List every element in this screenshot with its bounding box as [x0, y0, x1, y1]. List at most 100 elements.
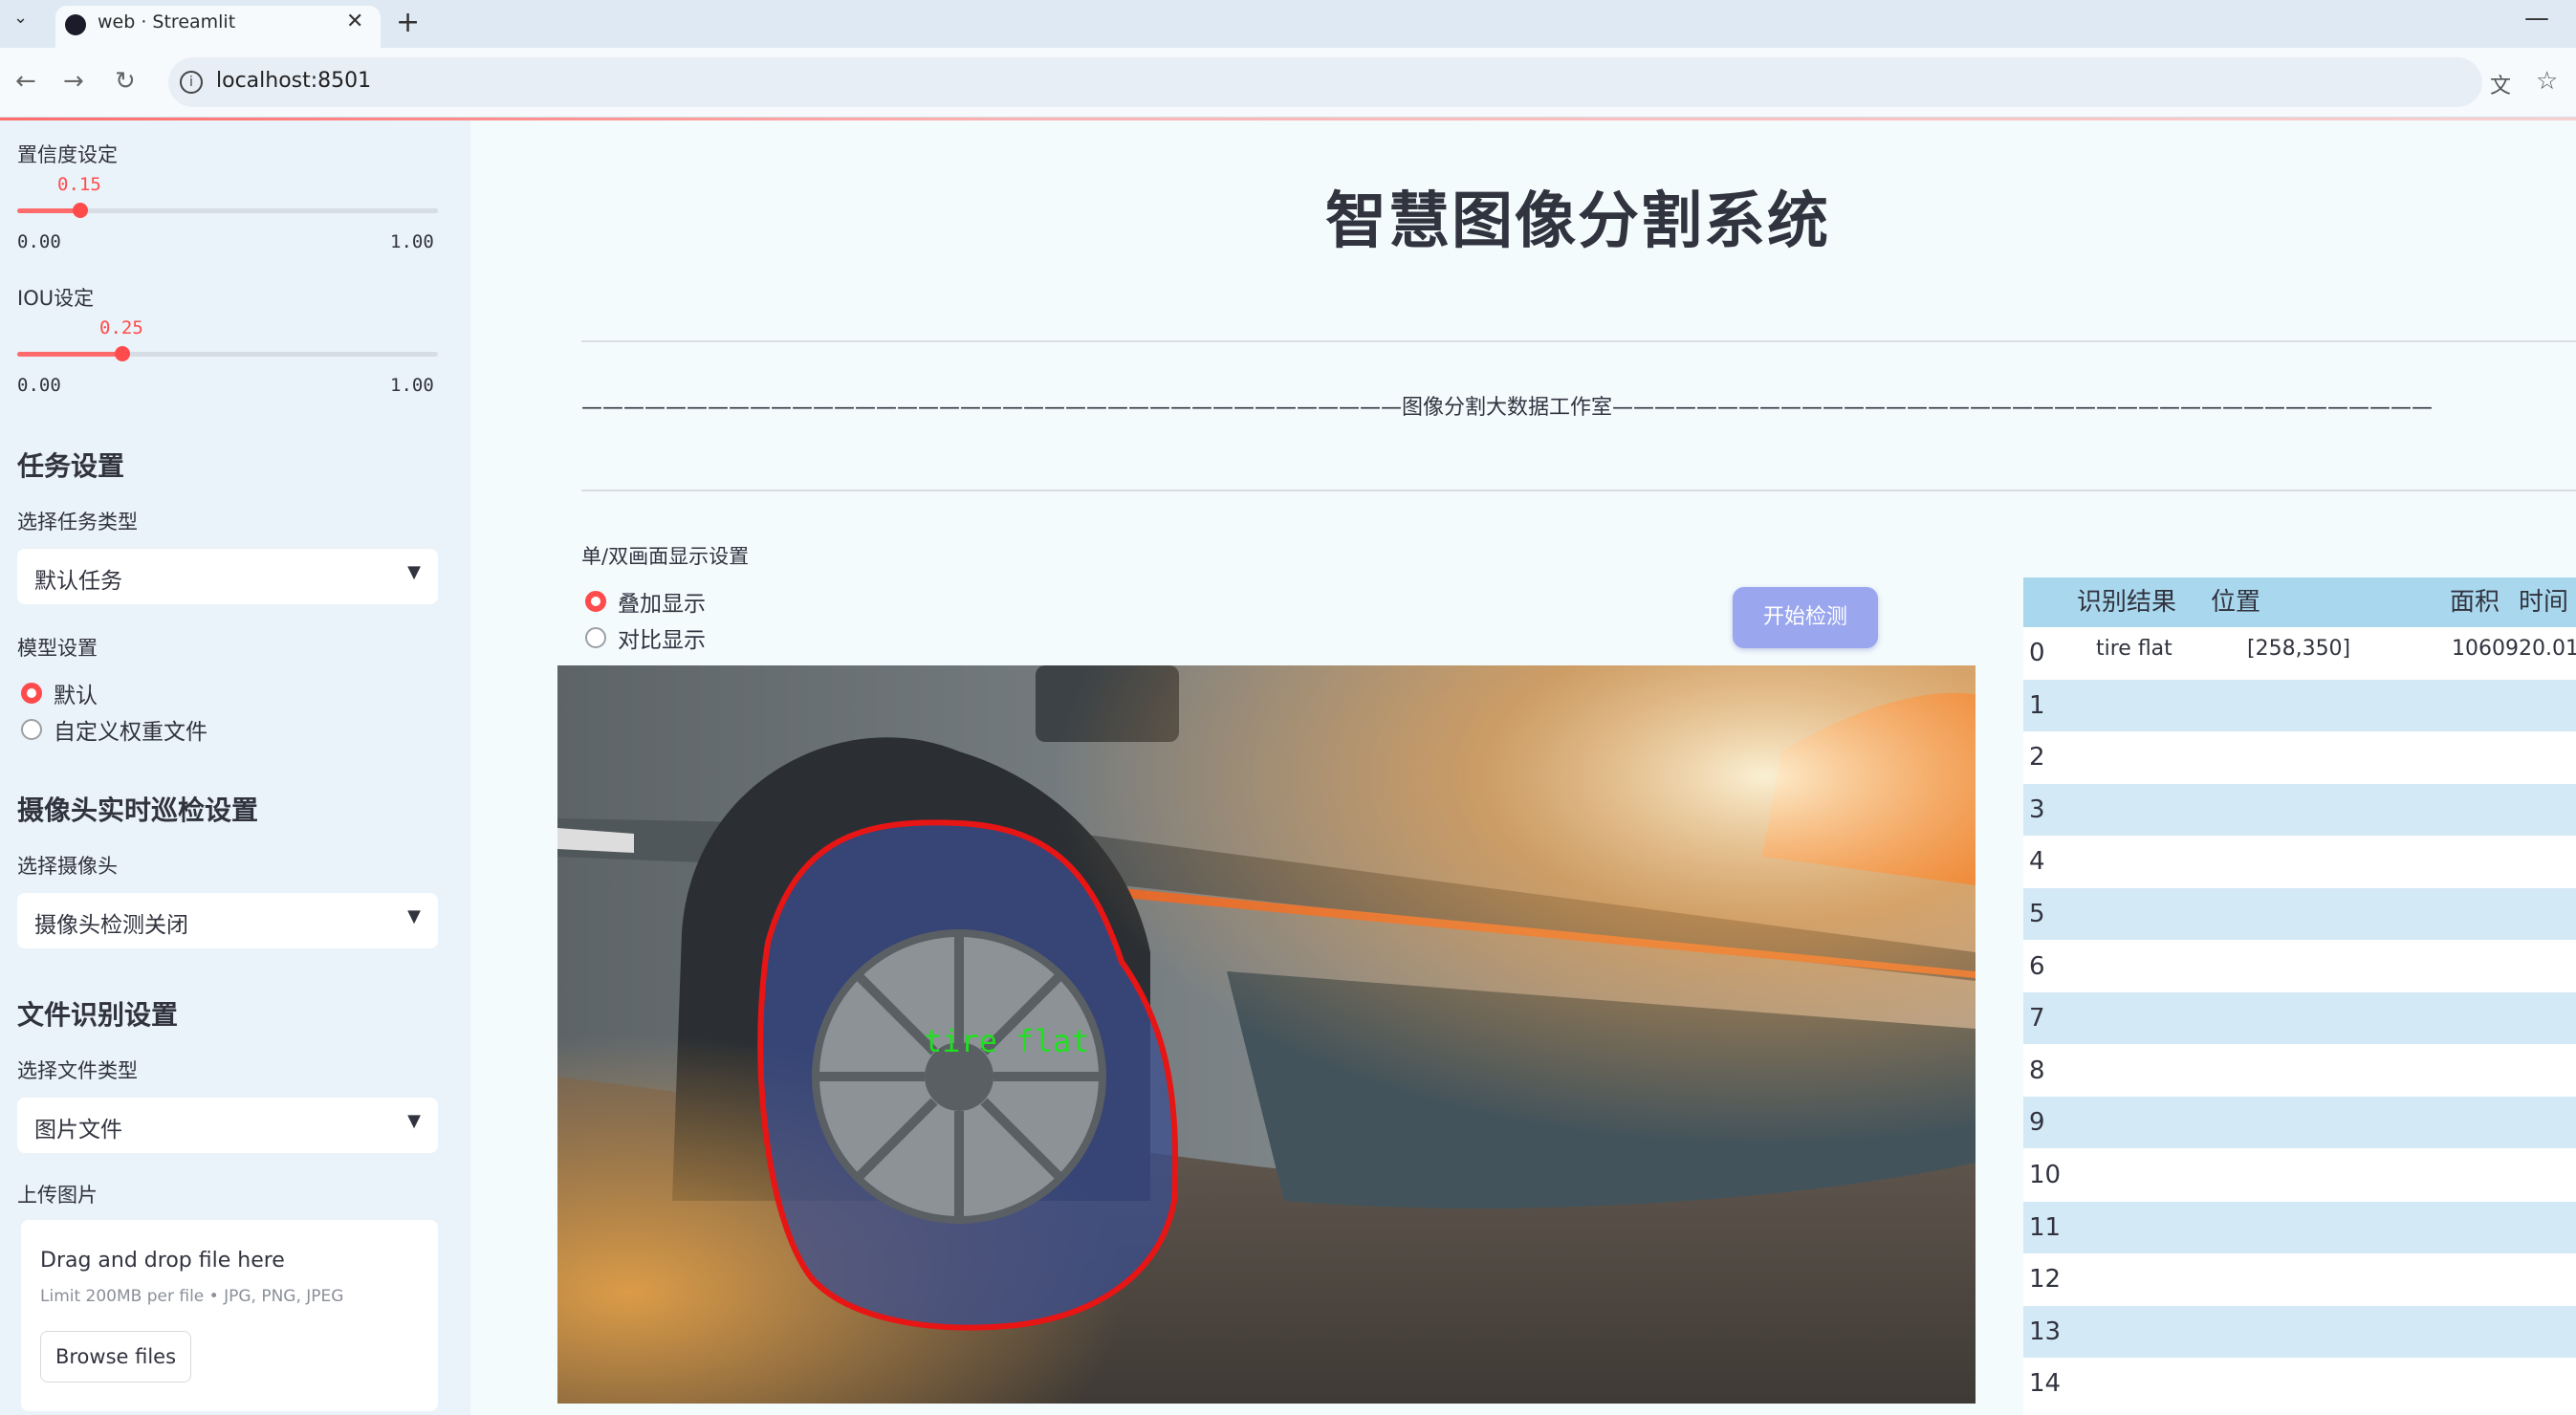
- dropzone-limit: Limit 200MB per file • JPG, PNG, JPEG: [40, 1287, 344, 1306]
- row-index: 7: [2029, 1004, 2045, 1034]
- detection-label: tire flat: [924, 1023, 1090, 1059]
- tab-list-chevron-icon[interactable]: ⌄: [13, 8, 38, 36]
- minimize-window-icon[interactable]: —: [2524, 4, 2549, 33]
- row-index: 11: [2029, 1212, 2062, 1242]
- confidence-slider-fill: [17, 208, 80, 213]
- task-type-value: 默认任务: [34, 569, 122, 594]
- cell-area: 1060920.01: [2452, 637, 2576, 661]
- row-index: 10: [2029, 1161, 2062, 1189]
- row-index: 8: [2029, 1056, 2045, 1085]
- table-row[interactable]: 8: [2023, 1045, 2576, 1097]
- row-index: 5: [2029, 900, 2045, 928]
- model-radio-default[interactable]: [21, 683, 42, 704]
- row-index: 9: [2029, 1108, 2045, 1138]
- table-row[interactable]: 4: [2023, 836, 2576, 887]
- iou-max: 1.00: [390, 375, 434, 396]
- upload-label: 上传图片: [17, 1184, 98, 1207]
- row-index: 1: [2029, 690, 2045, 720]
- results-table[interactable]: 识别结果 位置 面积 时间 0 tire flat [258,350] 1060920…: [2023, 577, 2576, 1415]
- table-row[interactable]: 3: [2023, 783, 2576, 836]
- row-index: 12: [2029, 1265, 2062, 1295]
- display-radio-compare[interactable]: [585, 627, 606, 648]
- display-radio-overlay[interactable]: [585, 591, 606, 612]
- confidence-value: 0.15: [57, 174, 101, 195]
- confidence-min: 0.00: [17, 231, 61, 252]
- iou-value: 0.25: [99, 317, 143, 338]
- start-detection-button[interactable]: 开始检测: [1733, 587, 1878, 648]
- camera-label: 选择摄像头: [17, 855, 118, 878]
- iou-min: 0.00: [17, 375, 61, 396]
- new-tab-icon[interactable]: +: [396, 6, 420, 39]
- iou-label: IOU设定: [17, 287, 95, 310]
- column-header-area[interactable]: 面积: [2450, 577, 2500, 627]
- close-tab-icon[interactable]: ✕: [346, 10, 363, 33]
- chevron-down-icon: ▼: [407, 562, 421, 582]
- reload-icon[interactable]: ↻: [115, 67, 136, 96]
- url-text[interactable]: localhost:8501: [216, 69, 371, 93]
- column-header-result[interactable]: 识别结果: [2077, 577, 2177, 627]
- row-index: 0: [2029, 639, 2045, 667]
- table-row[interactable]: 0 tire flat [258,350] 1060920.01: [2023, 627, 2576, 679]
- confidence-max: 1.00: [390, 231, 434, 252]
- confidence-slider-thumb[interactable]: [73, 203, 88, 218]
- chevron-down-icon: ▼: [407, 1111, 421, 1131]
- file-type-value: 图片文件: [34, 1118, 122, 1143]
- file-heading: 文件识别设置: [17, 999, 179, 1031]
- display-mode-label: 单/双画面显示设置: [581, 545, 750, 568]
- table-row[interactable]: 7: [2023, 992, 2576, 1045]
- row-index: 3: [2029, 795, 2045, 824]
- table-row[interactable]: 12: [2023, 1253, 2576, 1305]
- streamlit-favicon-icon: [65, 14, 86, 35]
- divider: [581, 340, 2576, 342]
- table-row[interactable]: 1: [2023, 679, 2576, 731]
- page-title: 智慧图像分割系统: [1325, 186, 1830, 257]
- file-type-label: 选择文件类型: [17, 1059, 138, 1082]
- iou-slider-thumb[interactable]: [115, 346, 130, 361]
- row-index: 14: [2029, 1369, 2062, 1399]
- back-icon[interactable]: ←: [15, 67, 36, 96]
- table-row[interactable]: 5: [2023, 888, 2576, 940]
- task-heading: 任务设置: [17, 450, 125, 482]
- studio-banner: ———————————————————————————————————————图…: [581, 396, 2434, 420]
- dropzone-text: Drag and drop file here: [40, 1249, 285, 1273]
- iou-slider-fill: [17, 352, 122, 357]
- model-option-default[interactable]: 默认: [54, 677, 98, 709]
- table-row[interactable]: 9: [2023, 1097, 2576, 1149]
- task-type-select[interactable]: 默认任务 ▼: [17, 549, 438, 604]
- task-type-label: 选择任务类型: [17, 511, 138, 533]
- camera-heading: 摄像头实时巡检设置: [17, 795, 259, 826]
- camera-value: 摄像头检测关闭: [34, 913, 188, 938]
- table-row[interactable]: 10: [2023, 1149, 2576, 1201]
- detection-image: tire flat: [557, 665, 1976, 1404]
- table-row[interactable]: 11: [2023, 1201, 2576, 1253]
- row-index: 4: [2029, 847, 2045, 877]
- bookmark-star-icon[interactable]: ☆: [2536, 67, 2558, 96]
- confidence-label: 置信度设定: [17, 143, 118, 166]
- car-scene-illustration: [557, 665, 1976, 1404]
- column-header-time[interactable]: 时间: [2519, 577, 2569, 627]
- site-info-icon[interactable]: i: [180, 71, 203, 94]
- table-row[interactable]: 2: [2023, 731, 2576, 783]
- browse-files-button[interactable]: Browse files: [40, 1331, 191, 1382]
- forward-icon[interactable]: →: [63, 67, 84, 96]
- cell-position: [258,350]: [2247, 637, 2351, 661]
- display-option-overlay[interactable]: 叠加显示: [618, 585, 706, 618]
- table-row[interactable]: 6: [2023, 941, 2576, 992]
- row-index: 13: [2029, 1317, 2062, 1346]
- model-option-custom[interactable]: 自定义权重文件: [54, 713, 207, 746]
- model-radio-custom[interactable]: [21, 719, 42, 740]
- camera-select[interactable]: 摄像头检测关闭 ▼: [17, 893, 438, 948]
- table-row[interactable]: 14: [2023, 1358, 2576, 1409]
- display-option-compare[interactable]: 对比显示: [618, 621, 706, 654]
- divider: [581, 490, 2576, 491]
- column-header-position[interactable]: 位置: [2211, 577, 2261, 627]
- table-row[interactable]: 13: [2023, 1305, 2576, 1358]
- row-index: 2: [2029, 743, 2045, 773]
- tab-title: web · Streamlit: [98, 11, 236, 33]
- chevron-down-icon: ▼: [407, 906, 421, 926]
- url-field[interactable]: [168, 57, 2482, 107]
- model-label: 模型设置: [17, 637, 98, 660]
- row-index: 6: [2029, 951, 2045, 981]
- translate-icon[interactable]: 文: [2490, 69, 2511, 99]
- file-type-select[interactable]: 图片文件 ▼: [17, 1098, 438, 1153]
